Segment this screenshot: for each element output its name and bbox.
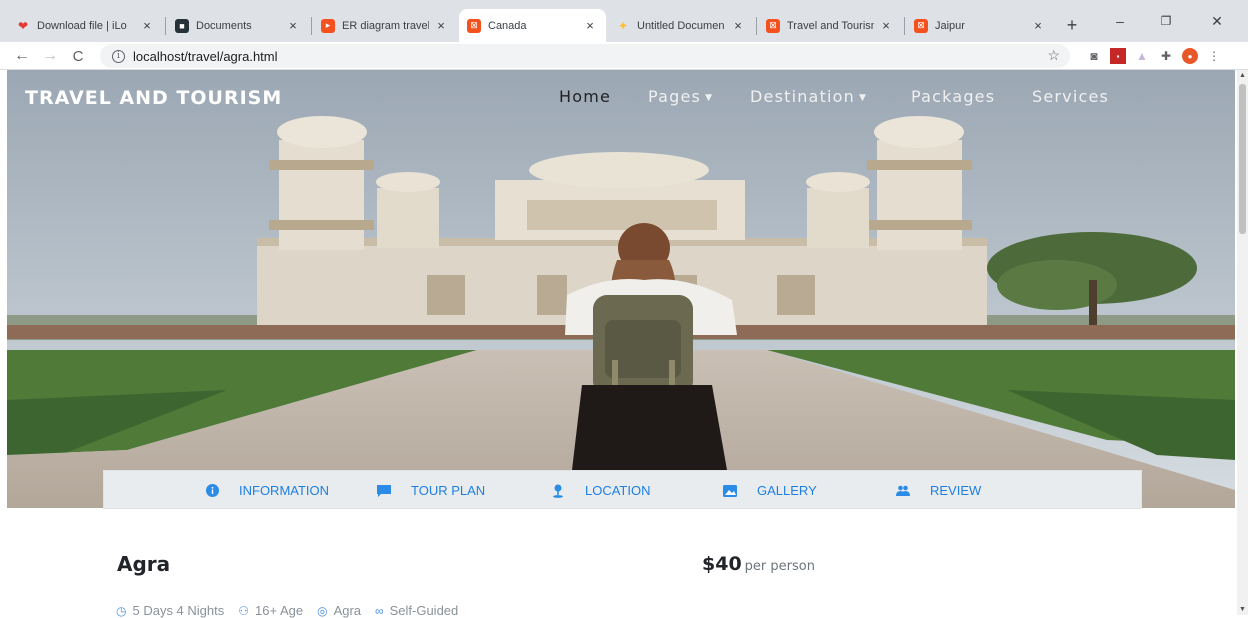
tab-review[interactable]: REVIEW — [896, 471, 981, 510]
tour-price: $40 per person — [702, 553, 815, 575]
close-icon[interactable]: × — [878, 18, 894, 34]
users-icon — [896, 484, 910, 498]
close-icon[interactable]: × — [285, 18, 301, 34]
map-pin-icon: ◎ — [317, 603, 328, 618]
tab-tour-plan[interactable]: TOUR PLAN — [377, 471, 485, 510]
nav-item-packages[interactable]: Packages — [911, 87, 995, 106]
heart-favicon-icon: ❤ — [17, 18, 29, 33]
page-scrollbar[interactable]: ▲ ▼ — [1237, 70, 1248, 615]
browser-tab[interactable]: ■ Documents × — [167, 9, 309, 42]
tour-title: Agra — [117, 552, 171, 576]
tab-label: REVIEW — [930, 483, 982, 498]
nav-item-pages[interactable]: Pages ▼ — [648, 87, 713, 106]
close-window-button[interactable]: ✕ — [1194, 8, 1240, 34]
close-icon[interactable]: × — [1030, 18, 1046, 34]
browser-toolbar: ← → C i localhost/travel/agra.html ☆ ◙ ▪… — [0, 42, 1248, 70]
meta-text: 16+ Age — [255, 603, 304, 618]
restore-button[interactable]: ❐ — [1143, 8, 1189, 34]
close-icon[interactable]: × — [139, 18, 155, 34]
browser-tab[interactable]: ⊠ Travel and Tourism × — [758, 9, 902, 42]
forward-button[interactable]: → — [38, 45, 62, 67]
browser-tab-active[interactable]: ⊠ Canada × — [459, 9, 606, 42]
back-button[interactable]: ← — [10, 45, 34, 67]
price-unit: per person — [744, 559, 815, 574]
tab-label: GALLERY — [757, 483, 817, 498]
nav-item-home[interactable]: Home — [559, 87, 611, 106]
document-favicon-icon: ✦ — [617, 18, 629, 33]
minimize-button[interactable]: – — [1097, 8, 1143, 34]
document-favicon-icon: ■ — [175, 18, 189, 33]
browser-tab-strip: ❤ Download file | iLo × ■ Documents × ▸ … — [0, 0, 1248, 42]
site-favicon-icon: ⊠ — [914, 18, 928, 33]
url-text[interactable]: localhost/travel/agra.html — [133, 49, 278, 64]
hero-banner: TRAVEL AND TOURISM Home Pages ▼ Destinati… — [7, 70, 1235, 508]
nav-item-destination[interactable]: Destination ▼ — [750, 87, 867, 106]
site-favicon-icon: ⊠ — [766, 18, 780, 33]
tab-information[interactable]: INFORMATION — [205, 471, 329, 510]
image-icon — [723, 484, 737, 498]
meta-location: ◎ Agra — [317, 603, 361, 618]
close-icon[interactable]: × — [730, 18, 746, 34]
browser-tab-title: Documents — [196, 19, 252, 32]
meta-text: Agra — [333, 603, 362, 618]
puzzle-icon[interactable]: ✚ — [1158, 48, 1174, 64]
star-icon[interactable]: ☆ — [1047, 47, 1060, 64]
extension-icon[interactable]: ▲ — [1134, 48, 1150, 64]
meta-age: ⚇ 16+ Age — [238, 603, 303, 618]
chat-icon — [377, 484, 391, 498]
tab-label: TOUR PLAN — [411, 483, 486, 498]
scrollbar-thumb[interactable] — [1239, 84, 1246, 234]
address-bar[interactable]: i localhost/travel/agra.html ☆ — [100, 44, 1070, 68]
browser-tab-title: Canada — [488, 19, 527, 32]
profile-avatar[interactable]: ● — [1182, 48, 1198, 64]
extension-icon[interactable]: ▪ — [1110, 48, 1126, 64]
browser-tab[interactable]: ✦ Untitled Documen × — [608, 9, 754, 42]
clock-icon: ◷ — [116, 603, 127, 618]
diagram-favicon-icon: ▸ — [321, 18, 335, 33]
new-tab-button[interactable]: + — [1060, 13, 1084, 37]
menu-icon[interactable]: ⋮ — [1206, 48, 1222, 64]
caret-down-icon: ▼ — [859, 93, 868, 103]
meta-duration: ◷ 5 Days 4 Nights — [116, 603, 224, 618]
meta-text: Self-Guided — [389, 603, 459, 618]
tab-label: LOCATION — [585, 483, 651, 498]
close-icon[interactable]: × — [582, 18, 598, 34]
scroll-up-arrow-icon[interactable]: ▲ — [1237, 70, 1248, 81]
nav-item-services[interactable]: Services — [1032, 87, 1109, 106]
camera-icon[interactable]: ◙ — [1086, 48, 1102, 64]
browser-tab-title: Travel and Tourism — [787, 19, 874, 32]
browser-tab-title: Jaipur — [935, 19, 965, 32]
hero-photo — [7, 70, 1235, 508]
browser-tab[interactable]: ▸ ER diagram travel × — [313, 9, 457, 42]
users-icon: ⚇ — [238, 603, 250, 618]
meta-guide-type: ∞ Self-Guided — [375, 603, 458, 618]
price-amount: $40 — [702, 553, 742, 575]
browser-tab[interactable]: ❤ Download file | iLo × — [8, 9, 163, 42]
browser-tab-title: Untitled Documen — [637, 19, 725, 32]
tab-location[interactable]: LOCATION — [551, 471, 651, 510]
main-navigation: Home Pages ▼ Destination ▼ Packages Servic… — [7, 87, 1235, 111]
map-pin-icon — [551, 484, 565, 498]
info-icon[interactable]: i — [112, 49, 125, 63]
tour-section-tabs: INFORMATION TOUR PLAN LOCATION GALLERY R… — [103, 470, 1142, 509]
binoculars-icon: ∞ — [375, 603, 384, 618]
tour-meta: ◷ 5 Days 4 Nights ⚇ 16+ Age ◎ Agra ∞ Self-Gu… — [116, 603, 472, 618]
meta-text: 5 Days 4 Nights — [132, 603, 225, 618]
nav-item-label: Pages — [648, 87, 702, 106]
browser-tab-title: Download file | iLo — [37, 19, 127, 32]
tab-label: INFORMATION — [239, 483, 330, 498]
caret-down-icon: ▼ — [705, 93, 714, 103]
tab-gallery[interactable]: GALLERY — [723, 471, 817, 510]
nav-item-label: Destination — [750, 87, 856, 106]
close-icon[interactable]: × — [433, 18, 449, 34]
info-icon — [205, 484, 219, 498]
browser-tab[interactable]: ⊠ Jaipur × — [906, 9, 1054, 42]
reload-button[interactable]: C — [66, 45, 90, 67]
site-favicon-icon: ⊠ — [467, 18, 481, 33]
browser-tab-title: ER diagram travel — [342, 19, 429, 32]
scroll-down-arrow-icon[interactable]: ▼ — [1237, 604, 1248, 615]
